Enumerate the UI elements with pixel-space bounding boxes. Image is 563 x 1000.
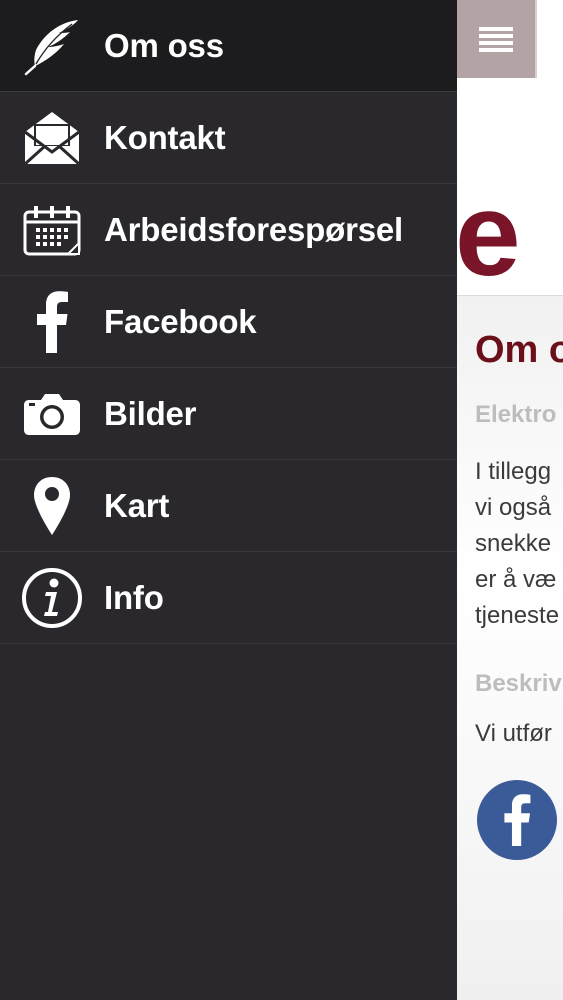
menu-item-om-oss[interactable]: Om oss [0,0,457,92]
feather-icon [0,0,104,91]
paragraph-line: snekke [475,530,552,557]
top-bar [457,0,563,78]
page-title: Om o [475,329,563,371]
menu-item-bilder[interactable]: Bilder [0,368,457,460]
info-icon [0,552,104,643]
facebook-icon [0,276,104,367]
paragraph-line: tjeneste [475,602,560,629]
paragraph-line: er å væ [475,566,557,593]
paragraph-line: vi også [475,494,552,521]
content-area: Om o Elektro I tillegg vi også snekke er… [457,296,563,1000]
side-menu: Om oss Kontakt Arbeidsforespørsel Facebo… [0,0,457,1000]
divider [535,0,537,78]
menu-item-facebook[interactable]: Facebook [0,276,457,368]
menu-item-kontakt[interactable]: Kontakt [0,92,457,184]
paragraph: Vi utfør [475,720,552,747]
section-heading: Beskriv [475,670,562,697]
menu-toggle-button[interactable] [457,0,535,78]
facebook-link-icon[interactable] [477,780,557,860]
main-page-preview: e Om o Elektro I tillegg vi også snekke … [457,0,563,1000]
calendar-icon [0,184,104,275]
menu-label: Facebook [104,302,257,340]
menu-label: Om oss [104,26,224,64]
menu-label: Bilder [104,394,197,432]
hamburger-icon [479,24,513,55]
section-heading: Elektro [475,401,557,428]
paragraph-line: I tillegg [475,458,552,485]
camera-icon [0,368,104,459]
menu-label: Arbeidsforespørsel [104,210,403,248]
menu-label: Kart [104,486,170,524]
menu-label: Kontakt [104,118,226,156]
paragraph: I tillegg vi også snekke er å væ tjenest… [475,454,559,634]
envelope-icon [0,92,104,183]
menu-item-arbeidsforesporsel[interactable]: Arbeidsforespørsel [0,184,457,276]
map-pin-icon [0,460,104,551]
menu-item-kart[interactable]: Kart [0,460,457,552]
menu-item-info[interactable]: Info [0,552,457,644]
logo: e [457,169,521,301]
menu-label: Info [104,578,164,616]
logo-banner: e [457,78,563,296]
